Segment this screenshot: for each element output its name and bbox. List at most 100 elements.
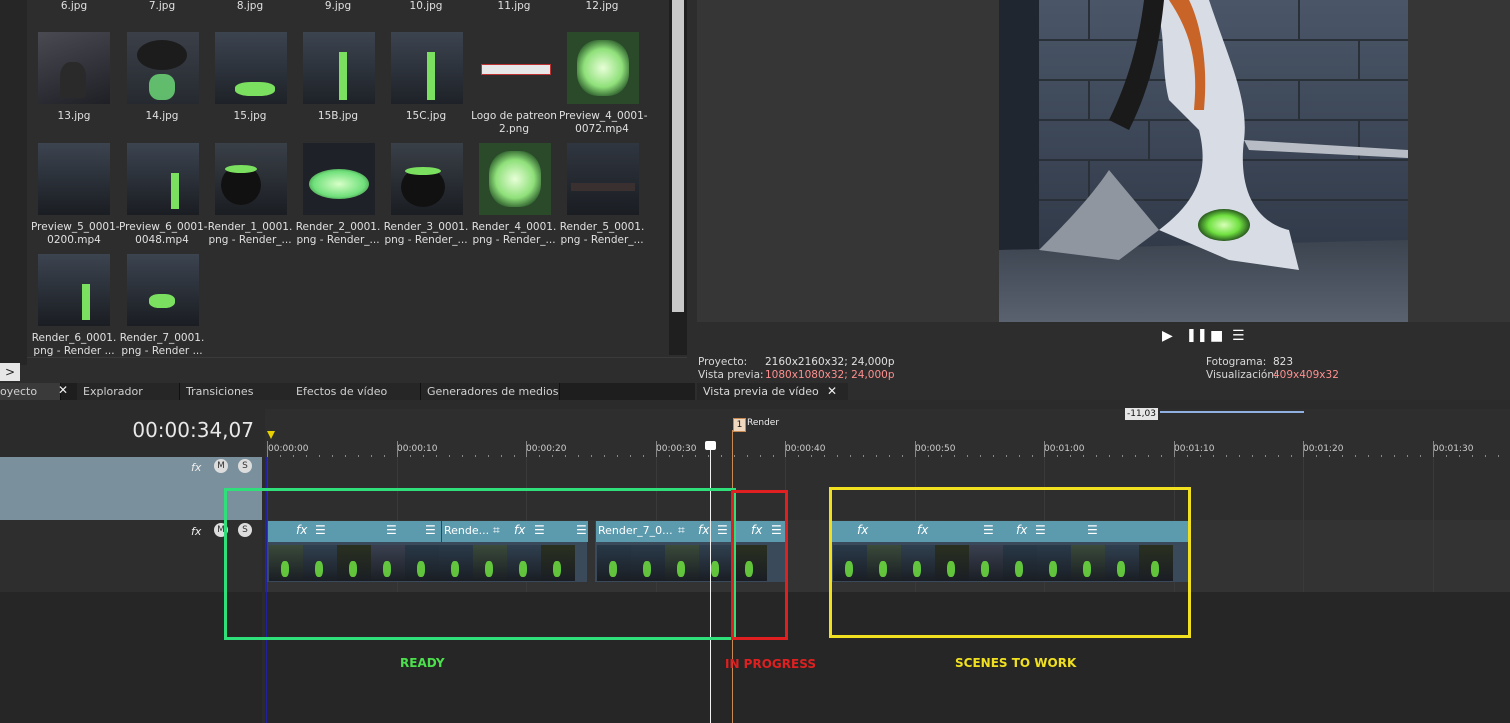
ruler-major-tick xyxy=(785,441,786,457)
timeline-grid-line xyxy=(1433,457,1434,592)
media-thumbnail[interactable] xyxy=(567,32,639,104)
media-thumbnail[interactable] xyxy=(38,143,110,215)
close-icon[interactable]: ✕ xyxy=(58,383,68,397)
start-marker-icon[interactable] xyxy=(267,431,275,439)
media-thumbnail[interactable] xyxy=(479,143,551,215)
media-scrollbar-thumb[interactable] xyxy=(672,0,684,312)
media-thumbnail[interactable] xyxy=(391,143,463,215)
expand-pane-button[interactable]: > xyxy=(0,363,20,381)
loop-region-bar[interactable] xyxy=(1160,411,1304,413)
close-icon[interactable]: ✕ xyxy=(827,384,837,398)
ruler-label: 00:00:50 xyxy=(915,444,956,454)
media-thumbnail[interactable] xyxy=(127,254,199,326)
media-file-name[interactable]: Render_1_0001. png - Render_... xyxy=(207,221,293,247)
pause-icon[interactable]: ❚❚ xyxy=(1186,328,1208,343)
media-file-name[interactable]: 6.jpg xyxy=(31,0,117,13)
ruler-major-tick xyxy=(526,441,527,457)
frame-value: 823 xyxy=(1273,356,1294,368)
playhead-handle[interactable] xyxy=(705,441,716,450)
timeline-grid-line xyxy=(1303,457,1304,592)
ruler-major-tick xyxy=(1174,441,1175,457)
tab-explorer[interactable]: Explorador xyxy=(77,383,180,400)
tab-video-preview-label: Vista previa de vídeo xyxy=(703,385,819,398)
loop-region-length: -11,03 xyxy=(1125,408,1158,420)
media-file-name[interactable]: 10.jpg xyxy=(383,0,469,13)
preview-quality-label: Vista previa: xyxy=(698,369,764,381)
media-file-name[interactable]: 12.jpg xyxy=(559,0,645,13)
scenes-to-work-label: SCENES TO WORK xyxy=(955,656,1077,670)
ruler-label: 00:01:30 xyxy=(1433,444,1474,454)
ready-label: READY xyxy=(400,656,445,670)
media-file-name[interactable]: 11.jpg xyxy=(471,0,557,13)
preview-frame-image xyxy=(999,0,1408,322)
timecode-display[interactable]: 00:00:34,07 xyxy=(0,418,254,442)
menu-icon[interactable]: ☰ xyxy=(1232,328,1245,344)
media-file-name[interactable]: Preview_5_0001- 0200.mp4 xyxy=(31,221,120,247)
track-fx-icon[interactable]: fx xyxy=(191,461,201,474)
ruler-label: 00:01:20 xyxy=(1303,444,1344,454)
ruler-major-tick xyxy=(1433,441,1434,457)
marker-number[interactable]: 1 xyxy=(733,418,746,432)
ruler-label: 00:00:00 xyxy=(268,444,309,454)
ruler-label: 00:00:40 xyxy=(785,444,826,454)
ruler-label: 00:01:10 xyxy=(1174,444,1215,454)
media-file-name[interactable]: 15B.jpg xyxy=(295,110,381,123)
display-value: 409x409x32 xyxy=(1273,369,1339,381)
media-thumbnail[interactable] xyxy=(127,143,199,215)
media-left-gutter xyxy=(0,0,27,365)
media-file-name[interactable]: Preview_4_0001- 0072.mp4 xyxy=(559,110,648,136)
tab-video-fx[interactable]: Efectos de vídeo xyxy=(290,383,421,400)
tab-transitions[interactable]: Transiciones xyxy=(180,383,291,400)
ruler-major-tick xyxy=(397,441,398,457)
media-file-name[interactable]: 13.jpg xyxy=(31,110,117,123)
ruler-label: 00:00:10 xyxy=(397,444,438,454)
media-thumbnail[interactable] xyxy=(127,32,199,104)
preview-quality-value: 1080x1080x32; 24,000p xyxy=(765,369,895,381)
media-thumbnail[interactable] xyxy=(391,32,463,104)
media-thumbnail[interactable] xyxy=(479,32,551,104)
tab-project-media[interactable]: oyecto xyxy=(0,383,61,400)
media-file-name[interactable]: Logo de patreon 2.png xyxy=(471,110,557,136)
marker-label: Render xyxy=(747,418,780,428)
tab-video-preview[interactable]: Vista previa de vídeo xyxy=(697,383,848,400)
media-file-name[interactable]: 9.jpg xyxy=(295,0,381,13)
media-thumbnail[interactable] xyxy=(303,32,375,104)
ruler-major-tick xyxy=(656,441,657,457)
media-thumbnail[interactable] xyxy=(38,254,110,326)
tab-media-generators[interactable]: Generadores de medios xyxy=(421,383,560,400)
media-file-name[interactable]: 15.jpg xyxy=(207,110,293,123)
ruler-major-tick xyxy=(1303,441,1304,457)
media-file-name[interactable]: Render_2_0001. png - Render_... xyxy=(295,221,381,247)
project-value: 2160x2160x32; 24,000p xyxy=(765,356,895,368)
in-progress-label: IN PROGRESS xyxy=(725,657,816,671)
project-label: Proyecto: xyxy=(698,356,748,368)
media-horizontal-scrollbar[interactable] xyxy=(27,357,687,384)
mute-icon[interactable]: M xyxy=(214,459,228,473)
ruler-major-tick xyxy=(1044,441,1045,457)
media-file-name[interactable]: Render_5_0001. png - Render_... xyxy=(559,221,645,247)
media-file-name[interactable]: 15C.jpg xyxy=(383,110,469,123)
media-file-name[interactable]: Render_4_0001. png - Render_... xyxy=(471,221,557,247)
timeline-empty-header-area xyxy=(0,592,262,723)
ruler-label: 00:00:20 xyxy=(526,444,567,454)
stop-icon[interactable]: ■ xyxy=(1210,328,1223,344)
media-file-name[interactable]: Render_6_0001. png - Render ... xyxy=(31,332,117,358)
media-thumbnail[interactable] xyxy=(303,143,375,215)
media-file-name[interactable]: 7.jpg xyxy=(119,0,205,13)
media-file-name[interactable]: 14.jpg xyxy=(119,110,205,123)
scenes-region-box xyxy=(829,487,1191,638)
media-file-name[interactable]: 8.jpg xyxy=(207,0,293,13)
media-file-name[interactable]: Render_7_0001. png - Render ... xyxy=(119,332,205,358)
media-thumbnail[interactable] xyxy=(215,32,287,104)
media-file-name[interactable]: Preview_6_0001- 0048.mp4 xyxy=(119,221,208,247)
in-progress-region-box xyxy=(731,490,788,640)
media-thumbnail[interactable] xyxy=(38,32,110,104)
media-file-name[interactable]: Render_3_0001. png - Render_... xyxy=(383,221,469,247)
play-icon[interactable]: ▶ xyxy=(1162,328,1173,344)
track-fx-icon[interactable]: fx xyxy=(191,525,201,538)
ruler-major-tick xyxy=(915,441,916,457)
transport-controls: ▶ ❚❚ ■ ☰ xyxy=(1160,328,1250,348)
media-thumbnail[interactable] xyxy=(215,143,287,215)
solo-icon[interactable]: S xyxy=(238,459,252,473)
media-thumbnail[interactable] xyxy=(567,143,639,215)
